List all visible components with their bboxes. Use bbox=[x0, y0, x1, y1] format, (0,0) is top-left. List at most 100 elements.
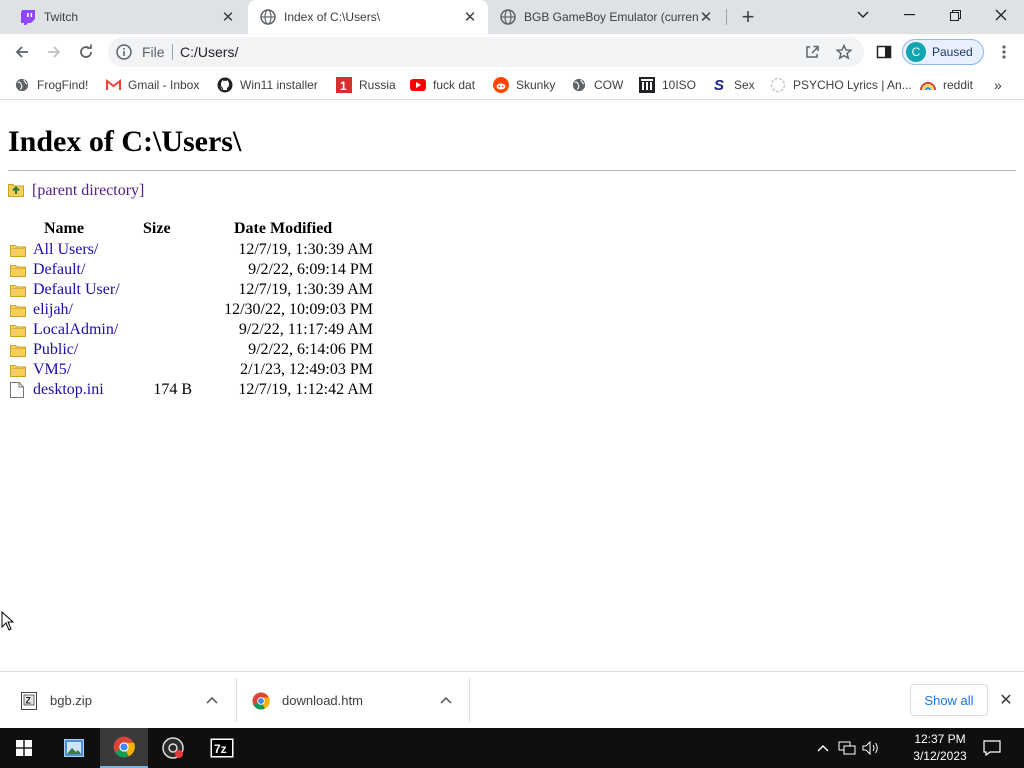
address-bar[interactable]: File C:/Users/ bbox=[108, 37, 864, 67]
entry-date-modified: 9/2/22, 6:09:14 PM bbox=[248, 261, 373, 278]
minimize-button[interactable] bbox=[886, 0, 932, 30]
globe-icon bbox=[14, 77, 30, 93]
download-separator bbox=[469, 678, 470, 722]
bookmarks-bar: FrogFind! Gmail - Inbox Win11 installer … bbox=[0, 70, 1024, 100]
bookmark-label: reddit bbox=[943, 78, 974, 92]
chevron-up-icon[interactable] bbox=[204, 692, 220, 708]
bookmark-label: Sex bbox=[734, 78, 755, 92]
info-icon[interactable] bbox=[116, 44, 132, 60]
download-shelf: Z bgb.zip download.htm Show all ✕ bbox=[0, 671, 1024, 728]
obs-icon[interactable] bbox=[149, 728, 197, 768]
column-header-name[interactable]: Name bbox=[44, 220, 84, 238]
mouse-cursor-icon bbox=[1, 610, 15, 634]
7zip-icon[interactable]: 7z bbox=[198, 728, 246, 768]
column-header-size[interactable]: Size bbox=[143, 220, 171, 238]
entry-name-link[interactable]: VM5/ bbox=[33, 361, 71, 379]
entry-name-link[interactable]: Public/ bbox=[33, 341, 78, 359]
tab-close-icon[interactable]: ✕ bbox=[698, 9, 714, 26]
entry-name-link[interactable]: elijah/ bbox=[33, 301, 73, 319]
tab-close-icon[interactable]: ✕ bbox=[462, 9, 478, 26]
gmail-icon bbox=[105, 77, 121, 93]
side-panel-icon[interactable] bbox=[870, 38, 898, 66]
bookmark-gmail[interactable]: Gmail - Inbox bbox=[105, 75, 199, 95]
entry-date-modified: 9/2/22, 11:17:49 AM bbox=[238, 321, 373, 338]
bookmark-label: fuck dat bbox=[433, 78, 476, 92]
entry-name-link[interactable]: Default/ bbox=[33, 261, 85, 279]
tab-separator bbox=[726, 9, 727, 25]
parent-directory-link[interactable]: [parent directory] bbox=[8, 181, 144, 201]
divider bbox=[8, 170, 1016, 171]
close-window-button[interactable] bbox=[978, 0, 1024, 30]
share-icon[interactable] bbox=[802, 42, 822, 62]
profile-button[interactable]: C Paused bbox=[902, 39, 984, 65]
entry-name-link[interactable]: Default User/ bbox=[33, 281, 120, 299]
bookmark-sex[interactable]: S Sex bbox=[711, 75, 755, 95]
tab-title: BGB GameBoy Emulator (current bbox=[524, 10, 698, 24]
rainbow-icon bbox=[920, 77, 936, 93]
network-icon[interactable] bbox=[837, 738, 857, 758]
forward-button[interactable] bbox=[40, 38, 68, 66]
bookmark-reddit[interactable]: reddit bbox=[920, 75, 973, 95]
column-header-date[interactable]: Date Modified bbox=[234, 220, 332, 238]
bookmark-label: Win11 installer bbox=[240, 78, 318, 92]
notification-center-icon[interactable] bbox=[982, 738, 1002, 758]
restore-button[interactable] bbox=[932, 0, 978, 30]
scheme-label: File bbox=[142, 44, 165, 60]
new-tab-button[interactable]: + bbox=[734, 4, 762, 30]
table-row: LocalAdmin/9/2/22, 11:17:49 AM bbox=[8, 320, 388, 340]
download-separator bbox=[236, 678, 237, 722]
tab-close-icon[interactable]: ✕ bbox=[220, 9, 236, 26]
omnibox-separator bbox=[172, 44, 173, 60]
show-all-button[interactable]: Show all bbox=[910, 684, 988, 716]
tab-title: Index of C:\Users\ bbox=[284, 10, 381, 24]
bookmark-win11-installer[interactable]: Win11 installer bbox=[217, 75, 318, 95]
bookmark-fuck-dat[interactable]: fuck dat bbox=[410, 75, 475, 95]
bookmark-10iso[interactable]: 10ISO bbox=[639, 75, 696, 95]
entry-name-link[interactable]: desktop.ini bbox=[33, 381, 104, 399]
system-clock[interactable]: 12:37 PM 3/12/2023 bbox=[902, 731, 978, 765]
chrome-icon[interactable] bbox=[100, 728, 148, 768]
table-row: Default/9/2/22, 6:09:14 PM bbox=[8, 260, 388, 280]
tab-title: Twitch bbox=[44, 10, 79, 24]
bookmark-star-icon[interactable] bbox=[834, 42, 854, 62]
download-item-download-htm[interactable]: download.htm bbox=[252, 672, 363, 729]
tab-index-users[interactable]: Index of C:\Users\ ✕ bbox=[248, 0, 488, 34]
folder-icon bbox=[10, 262, 26, 278]
bookmark-cow[interactable]: COW bbox=[571, 75, 623, 95]
browser-toolbar: File C:/Users/ C Paused bbox=[0, 34, 1024, 70]
entry-name-link[interactable]: LocalAdmin/ bbox=[33, 321, 118, 339]
bookmark-frogfind[interactable]: FrogFind! bbox=[14, 75, 88, 95]
close-shelf-icon[interactable]: ✕ bbox=[996, 690, 1016, 710]
table-row: elijah/12/30/22, 10:09:03 PM bbox=[8, 300, 388, 320]
tab-bgb-emulator[interactable]: BGB GameBoy Emulator (current ✕ bbox=[488, 0, 724, 34]
bookmark-psycho-lyrics[interactable]: PSYCHO Lyrics | An... bbox=[770, 75, 912, 95]
bookmarks-overflow-chevron-icon[interactable]: » bbox=[994, 75, 1002, 95]
clock-time: 12:37 PM bbox=[914, 732, 966, 746]
windows-taskbar: 7z 12:37 PM 3/12/2023 bbox=[0, 728, 1024, 768]
chevron-up-icon[interactable] bbox=[438, 692, 454, 708]
tray-overflow-chevron-icon[interactable] bbox=[813, 738, 833, 758]
tab-search-chevron-icon[interactable] bbox=[840, 0, 886, 30]
download-filename: bgb.zip bbox=[50, 693, 92, 708]
tab-twitch[interactable]: Twitch ✕ bbox=[8, 0, 246, 34]
entry-size: 174 B bbox=[153, 381, 192, 398]
bookmark-label: 10ISO bbox=[662, 78, 697, 92]
bookmark-label: PSYCHO Lyrics | An... bbox=[793, 78, 912, 92]
globe-icon bbox=[571, 77, 587, 93]
url-text[interactable]: C:/Users/ bbox=[180, 44, 238, 60]
menu-kebab-icon[interactable] bbox=[990, 38, 1018, 66]
folder-icon bbox=[10, 362, 26, 378]
photos-icon[interactable] bbox=[50, 728, 98, 768]
bookmark-label: Gmail - Inbox bbox=[128, 78, 200, 92]
volume-icon[interactable] bbox=[861, 738, 881, 758]
parent-directory-label[interactable]: [parent directory] bbox=[32, 182, 144, 200]
download-item-bgb-zip[interactable]: Z bgb.zip bbox=[20, 672, 92, 729]
reload-button[interactable] bbox=[72, 38, 100, 66]
back-button[interactable] bbox=[8, 38, 36, 66]
windows-start-icon[interactable] bbox=[0, 728, 48, 768]
building-icon bbox=[639, 77, 655, 93]
bookmark-skunky[interactable]: Skunky bbox=[493, 75, 555, 95]
entry-name-link[interactable]: All Users/ bbox=[33, 241, 98, 259]
page-title: Index of C:\Users\ bbox=[8, 125, 242, 158]
bookmark-russia[interactable]: 1 Russia bbox=[336, 75, 396, 95]
